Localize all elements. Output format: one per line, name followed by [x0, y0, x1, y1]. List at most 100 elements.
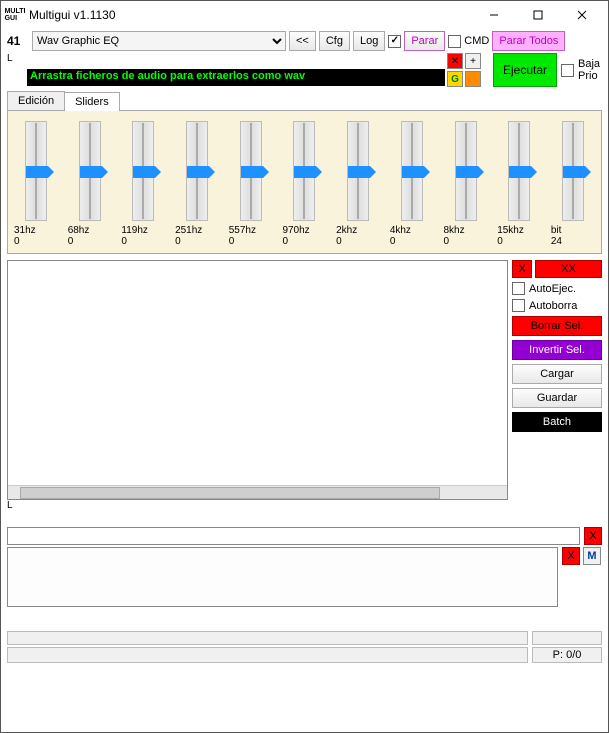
ejecutar-button[interactable]: Ejecutar — [493, 53, 557, 87]
slider-thumb[interactable] — [26, 166, 48, 178]
mini-close-icon[interactable]: ✕ — [447, 53, 463, 69]
maximize-button[interactable] — [516, 1, 560, 29]
tab-sliders[interactable]: Sliders — [64, 92, 120, 111]
baja-label-2: Prio — [578, 70, 600, 82]
cfg-button[interactable]: Cfg — [319, 31, 350, 51]
l-label: L — [7, 53, 23, 64]
slider-track[interactable] — [25, 121, 47, 221]
eq-panel: 31hz068hz0119hz0251hz0557hz0970hz02khz04… — [7, 110, 602, 254]
cmd-checkbox[interactable] — [448, 35, 461, 48]
slider-track[interactable] — [293, 121, 315, 221]
slider-track[interactable] — [186, 121, 208, 221]
slider-label: 557hz — [229, 225, 273, 236]
slider-thumb[interactable] — [456, 166, 478, 178]
slider-value: 0 — [14, 236, 58, 247]
invertir-sel-button[interactable]: Invertir Sel. — [512, 340, 602, 360]
list-hscroll[interactable] — [8, 485, 507, 499]
borrar-sel-button[interactable]: Borrar Sel. — [512, 316, 602, 336]
preset-select[interactable]: Wav Graphic EQ — [32, 31, 286, 51]
slider-thumb[interactable] — [241, 166, 263, 178]
log-checkbox[interactable] — [388, 35, 401, 48]
batch-button[interactable]: Batch — [512, 412, 602, 432]
eq-slider-7: 4khz0 — [390, 121, 434, 247]
progress-bar-2 — [7, 647, 528, 663]
m-button[interactable]: M — [583, 547, 601, 565]
mini-orange-button[interactable] — [465, 71, 481, 87]
guardar-button[interactable]: Guardar — [512, 388, 602, 408]
slider-value: 0 — [175, 236, 219, 247]
status-label: P: 0/0 — [532, 647, 602, 663]
mini-g-button[interactable]: G — [447, 71, 463, 87]
eq-slider-1: 68hz0 — [68, 121, 112, 247]
eq-slider-10: bit24 — [551, 121, 595, 247]
tab-edicion[interactable]: Edición — [7, 91, 65, 110]
back-button[interactable]: << — [289, 31, 316, 51]
slider-track[interactable] — [455, 121, 477, 221]
command-input[interactable] — [7, 527, 580, 545]
mini-plus-button[interactable]: + — [465, 53, 481, 69]
eq-slider-5: 970hz0 — [282, 121, 326, 247]
slider-label: 31hz — [14, 225, 58, 236]
parar-button[interactable]: Parar — [404, 31, 445, 51]
slider-thumb[interactable] — [509, 166, 531, 178]
close-button[interactable] — [560, 1, 604, 29]
slider-track[interactable] — [508, 121, 530, 221]
slider-thumb[interactable] — [187, 166, 209, 178]
slider-track[interactable] — [132, 121, 154, 221]
eq-slider-6: 2khz0 — [336, 121, 380, 247]
slider-label: 119hz — [121, 225, 165, 236]
slider-value: 0 — [229, 236, 273, 247]
slider-track[interactable] — [79, 121, 101, 221]
slider-label: 970hz — [282, 225, 326, 236]
minimize-button[interactable] — [472, 1, 516, 29]
input-clear-button[interactable]: X — [584, 527, 602, 545]
progress-side-1 — [532, 631, 602, 645]
baja-prio-checkbox[interactable] — [561, 64, 574, 77]
slider-value: 0 — [390, 236, 434, 247]
slider-value: 0 — [68, 236, 112, 247]
slider-label: 8khz — [444, 225, 488, 236]
log-box[interactable] — [7, 547, 558, 607]
log-clear-button[interactable]: X — [562, 547, 580, 565]
slider-label: 15khz — [497, 225, 541, 236]
slider-label: bit — [551, 225, 595, 236]
cargar-button[interactable]: Cargar — [512, 364, 602, 384]
slider-track[interactable] — [347, 121, 369, 221]
parar-todos-button[interactable]: Parar Todos — [492, 31, 565, 51]
app-icon: MULTI GUI — [7, 7, 23, 23]
slider-value: 0 — [282, 236, 326, 247]
slider-thumb[interactable] — [294, 166, 316, 178]
baja-label-1: Baja — [578, 58, 600, 70]
eq-slider-4: 557hz0 — [229, 121, 273, 247]
slider-thumb[interactable] — [80, 166, 102, 178]
slider-track[interactable] — [240, 121, 262, 221]
slider-value: 24 — [551, 236, 595, 247]
slider-label: 2khz — [336, 225, 380, 236]
preset-number: 41 — [7, 34, 29, 48]
slider-thumb[interactable] — [563, 166, 585, 178]
slider-value: 0 — [444, 236, 488, 247]
l-mark: L — [7, 500, 602, 511]
slider-thumb[interactable] — [133, 166, 155, 178]
window-title: Multigui v1.1130 — [29, 8, 472, 22]
slider-track[interactable] — [562, 121, 584, 221]
eq-slider-0: 31hz0 — [14, 121, 58, 247]
eq-slider-9: 15khz0 — [497, 121, 541, 247]
autoborra-label: Autoborra — [529, 300, 577, 312]
eq-slider-2: 119hz0 — [121, 121, 165, 247]
eq-slider-3: 251hz0 — [175, 121, 219, 247]
autoejec-checkbox[interactable] — [512, 282, 525, 295]
slider-value: 0 — [497, 236, 541, 247]
xx-button[interactable]: XX — [535, 260, 602, 278]
slider-thumb[interactable] — [348, 166, 370, 178]
slider-label: 68hz — [68, 225, 112, 236]
slider-value: 0 — [121, 236, 165, 247]
slider-thumb[interactable] — [402, 166, 424, 178]
slider-label: 251hz — [175, 225, 219, 236]
x-button[interactable]: X — [512, 260, 532, 278]
file-list[interactable] — [7, 260, 508, 500]
autoejec-label: AutoEjec. — [529, 283, 576, 295]
log-button[interactable]: Log — [353, 31, 385, 51]
slider-track[interactable] — [401, 121, 423, 221]
autoborra-checkbox[interactable] — [512, 299, 525, 312]
